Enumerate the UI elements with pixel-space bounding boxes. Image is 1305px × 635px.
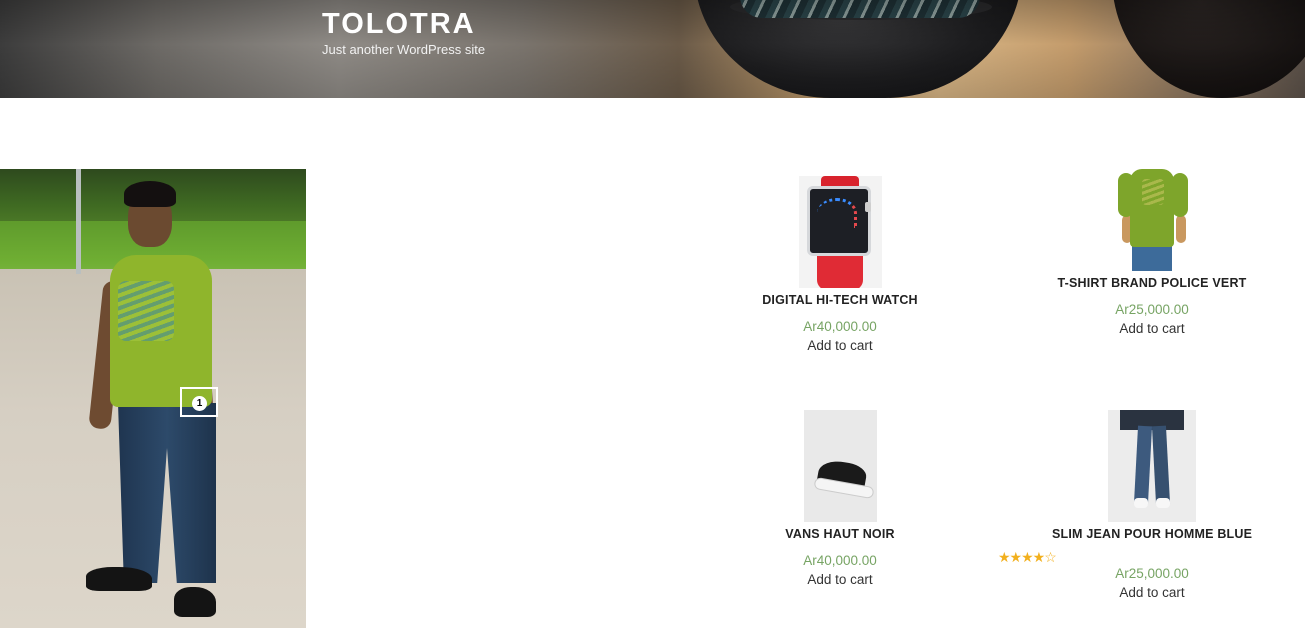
- person-shoe-right: [174, 587, 216, 617]
- product-image-jeans[interactable]: [1108, 410, 1196, 522]
- product-image-sneaker[interactable]: [804, 410, 877, 522]
- watch-button: [865, 202, 871, 212]
- product-card-jeans: SLIM JEAN POUR HOMME BLUE Ar25,000.00 Ad…: [1052, 410, 1252, 610]
- site-title-link[interactable]: TOLOTRA: [322, 6, 476, 42]
- product-image-tshirt[interactable]: [1118, 169, 1188, 271]
- tshirt-print: [1142, 179, 1164, 205]
- person-shoe-left: [86, 567, 152, 591]
- banner-overlay: [0, 0, 1305, 98]
- product-title-link[interactable]: T-SHIRT BRAND POLICE VERT: [1052, 276, 1252, 290]
- product-title-link[interactable]: SLIM JEAN POUR HOMME BLUE: [1052, 527, 1252, 541]
- star-filled-icon: ★★★★: [998, 549, 1045, 565]
- product-image-watch[interactable]: [799, 176, 882, 288]
- add-to-cart-button[interactable]: Add to cart: [1052, 321, 1252, 336]
- product-price: Ar40,000.00: [803, 553, 877, 568]
- product-price: Ar25,000.00: [1115, 566, 1189, 581]
- person-shirt-print: [118, 281, 174, 341]
- site-header: TOLOTRA Just another WordPress site: [0, 0, 1305, 98]
- product-title-link[interactable]: VANS HAUT NOIR: [760, 527, 920, 541]
- hotspot-badge[interactable]: 1: [192, 396, 207, 411]
- add-to-cart-button[interactable]: Add to cart: [1052, 585, 1252, 600]
- product-title-link[interactable]: DIGITAL HI-TECH WATCH: [760, 293, 920, 307]
- product-price: Ar40,000.00: [803, 319, 877, 334]
- add-to-cart-button[interactable]: Add to cart: [760, 338, 920, 353]
- add-to-cart-button[interactable]: Add to cart: [760, 572, 920, 587]
- product-card-watch: DIGITAL HI-TECH WATCH Ar40,000.00 Add to…: [760, 176, 920, 361]
- product-price: Ar25,000.00: [1115, 302, 1189, 317]
- person-hair: [124, 181, 176, 207]
- lookbook-photo: [0, 169, 306, 628]
- star-empty-icon: ☆: [1044, 549, 1057, 565]
- product-card-tshirt: T-SHIRT BRAND POLICE VERT Ar25,000.00 Ad…: [1052, 169, 1252, 344]
- photo-lamp-pole: [76, 169, 81, 274]
- star-rating: ★★★★☆: [998, 549, 1057, 566]
- product-card-sneaker: VANS HAUT NOIR Ar40,000.00 Add to cart: [760, 410, 920, 595]
- watch-dial: [817, 198, 857, 228]
- site-description: Just another WordPress site: [322, 42, 486, 57]
